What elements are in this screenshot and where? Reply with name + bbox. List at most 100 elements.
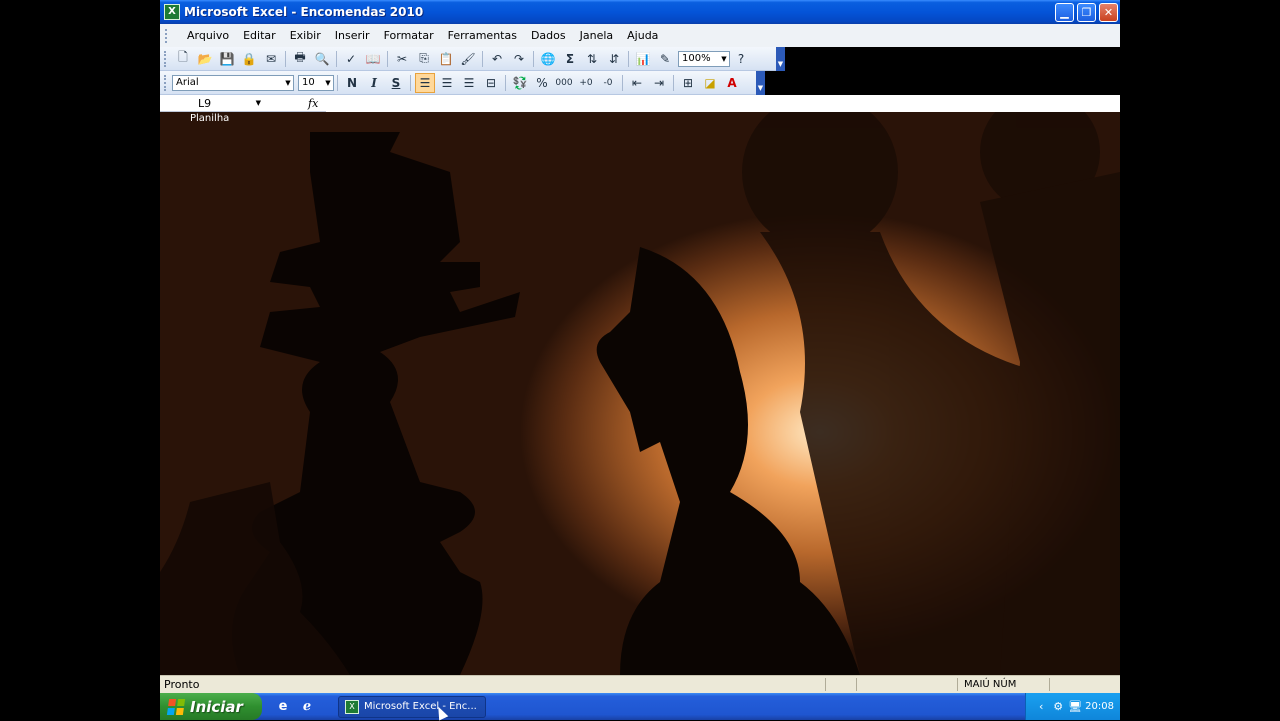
insert-function-icon[interactable]: fx	[308, 97, 318, 110]
taskbar-excel-button[interactable]: X Microsoft Excel - Enc...	[338, 695, 486, 718]
start-label: Iniciar	[190, 697, 243, 716]
copy-icon[interactable]: ⎘	[414, 49, 434, 69]
font-size-value: 10	[302, 77, 315, 88]
chess-wallpaper-image	[160, 112, 1120, 675]
toolbar-separator	[285, 50, 286, 67]
window-title: Microsoft Excel - Encomendas 2010	[184, 5, 424, 19]
fill-color-icon[interactable]: ◪	[700, 73, 720, 93]
zoom-select[interactable]: 100% ▼	[678, 50, 730, 67]
status-cell	[856, 678, 957, 691]
toolbar-separator	[533, 50, 534, 67]
decrease-indent-icon[interactable]: ⇤	[627, 73, 647, 93]
bold-button[interactable]: N	[342, 73, 362, 93]
menu-ferramentas[interactable]: Ferramentas	[441, 29, 524, 42]
format-painter-icon[interactable]: 🖌	[458, 49, 478, 69]
help-icon[interactable]: ?	[731, 49, 751, 69]
font-size-select[interactable]: 10 ▼	[298, 74, 334, 91]
clock: 20:08	[1085, 701, 1114, 712]
close-icon: ✕	[1103, 5, 1114, 19]
formatting-toolbar: Arial ▼ 10 ▼ N I S ☰ ☰ ☰ ⊟ 💱 % 000 +0 -0…	[160, 70, 765, 95]
toolbar-separator	[387, 50, 388, 67]
italic-button[interactable]: I	[364, 73, 384, 93]
menu-editar[interactable]: Editar	[236, 29, 283, 42]
name-box[interactable]: L9 ▼	[160, 97, 263, 110]
status-text: Pronto	[164, 678, 200, 691]
undo-icon[interactable]: ↶	[487, 49, 507, 69]
merge-center-icon[interactable]: ⊟	[481, 73, 501, 93]
excel-app-icon: X	[345, 699, 359, 714]
print-preview-icon[interactable]: 🔍	[312, 49, 332, 69]
taskbar: Iniciar e ℯ X Microsoft Excel - Enc... ‹…	[160, 693, 1120, 720]
menu-formatar[interactable]: Formatar	[377, 29, 441, 42]
toolbar-grip[interactable]	[164, 50, 169, 67]
close-button[interactable]: ✕	[1099, 2, 1118, 22]
menu-bar: Arquivo Editar Exibir Inserir Formatar F…	[160, 24, 1120, 47]
excel-app-icon[interactable]: X	[164, 4, 180, 20]
research-icon[interactable]: 📖	[363, 49, 383, 69]
increase-indent-icon[interactable]: ⇥	[649, 73, 669, 93]
chevron-down-icon: ▼	[325, 78, 331, 87]
percent-button[interactable]: %	[532, 73, 552, 93]
monitor-icon[interactable]: 🖥	[1068, 700, 1082, 714]
start-button[interactable]: Iniciar	[160, 693, 262, 720]
keyboard-indicators: MAIÚ NÚM	[957, 678, 1049, 691]
chevron-down-icon: ▼	[285, 78, 291, 87]
redo-icon[interactable]: ↷	[509, 49, 529, 69]
menu-exibir[interactable]: Exibir	[283, 29, 328, 42]
sort-ascending-icon[interactable]: ⇅	[582, 49, 602, 69]
menu-janela[interactable]: Janela	[573, 29, 621, 42]
align-left-icon[interactable]: ☰	[415, 72, 435, 93]
email-icon[interactable]: ✉	[261, 49, 281, 69]
open-folder-icon[interactable]: 📂	[195, 49, 215, 69]
toolbar-separator	[337, 74, 338, 91]
title-bar[interactable]: X Microsoft Excel - Encomendas 2010 ▁ ❐ …	[160, 0, 1120, 24]
increase-decimal-icon[interactable]: +0	[576, 73, 596, 93]
menu-dados[interactable]: Dados	[524, 29, 573, 42]
chart-wizard-icon[interactable]: 📊	[633, 49, 653, 69]
font-select[interactable]: Arial ▼	[172, 74, 294, 91]
menu-ajuda[interactable]: Ajuda	[620, 29, 665, 42]
menu-inserir[interactable]: Inserir	[328, 29, 377, 42]
menu-grip[interactable]	[165, 28, 170, 43]
toolbar-separator	[336, 50, 337, 67]
new-document-icon[interactable]: 🗋	[173, 49, 193, 69]
permission-icon[interactable]: 🔒	[239, 49, 259, 69]
toolbar-grip[interactable]	[164, 74, 169, 91]
drawing-icon[interactable]: ✎	[655, 49, 675, 69]
screen: X Microsoft Excel - Encomendas 2010 ▁ ❐ …	[160, 0, 1120, 720]
chevron-down-icon: ▼	[721, 54, 727, 63]
align-center-icon[interactable]: ☰	[437, 73, 457, 93]
borders-icon[interactable]: ⊞	[678, 73, 698, 93]
internet-explorer-icon[interactable]: e	[274, 698, 292, 716]
autosum-icon[interactable]: Σ	[560, 49, 580, 69]
ie-alt-icon[interactable]: ℯ	[298, 698, 316, 716]
toolbar-separator	[673, 74, 674, 91]
cut-icon[interactable]: ✂	[392, 49, 412, 69]
sort-descending-icon[interactable]: ⇵	[604, 49, 624, 69]
toolbar-separator	[482, 50, 483, 67]
toolbar-options-icon[interactable]: ▼	[756, 70, 765, 95]
print-icon[interactable]: 🖶	[290, 49, 310, 69]
formula-bar: L9 ▼ fx	[160, 94, 1120, 112]
spelling-icon[interactable]: ✓	[341, 49, 361, 69]
toolbar-options-icon[interactable]: ▼	[776, 46, 785, 71]
minimize-button[interactable]: ▁	[1055, 2, 1074, 22]
paste-icon[interactable]: 📋	[436, 49, 456, 69]
save-icon[interactable]: 💾	[217, 49, 237, 69]
decrease-decimal-icon[interactable]: -0	[598, 73, 618, 93]
underline-button[interactable]: S	[386, 73, 406, 93]
formula-input[interactable]	[326, 94, 1120, 112]
restore-icon: ❐	[1081, 5, 1092, 19]
font-color-icon[interactable]: A	[722, 73, 742, 93]
status-bar: Pronto MAIÚ NÚM	[160, 675, 1120, 693]
align-right-icon[interactable]: ☰	[459, 73, 479, 93]
menu-arquivo[interactable]: Arquivo	[180, 29, 236, 42]
restore-button[interactable]: ❐	[1077, 2, 1096, 22]
thousands-separator-button[interactable]: 000	[554, 73, 574, 93]
currency-icon[interactable]: 💱	[510, 73, 530, 93]
hyperlink-icon[interactable]: 🌐	[538, 49, 558, 69]
network-icon[interactable]: ⚙	[1051, 700, 1065, 714]
workspace-background: Planilha	[160, 112, 1120, 675]
tray-expand-icon[interactable]: ‹	[1034, 700, 1048, 714]
toolbar-separator	[628, 50, 629, 67]
